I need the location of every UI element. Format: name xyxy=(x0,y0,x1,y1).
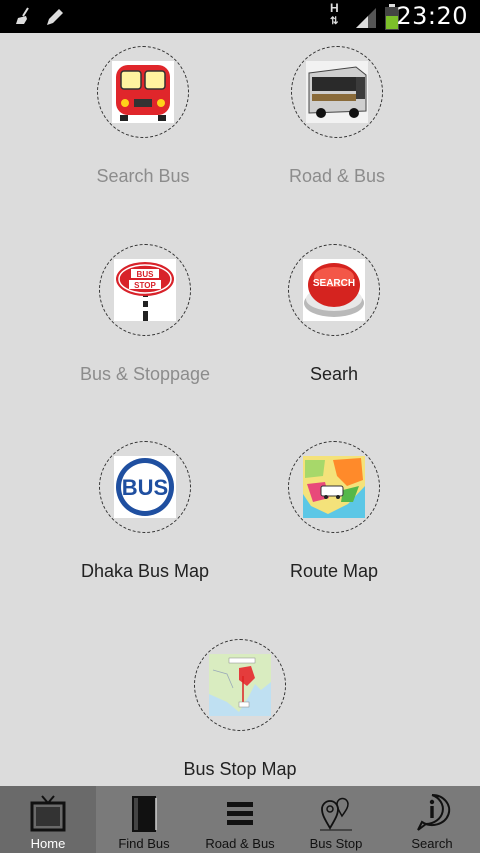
tile-label: Bus & Stoppage xyxy=(79,364,211,384)
bangladesh-map-icon xyxy=(209,654,271,716)
info-icon xyxy=(417,793,451,831)
stop-sign-text: STOP xyxy=(134,281,156,290)
signal-icon xyxy=(356,8,376,28)
clock-time: 23:20 xyxy=(396,2,468,30)
tab-search[interactable]: Search xyxy=(384,786,480,853)
tile-ring xyxy=(194,639,286,731)
tile-ring xyxy=(291,46,383,138)
tile-bus-and-stoppage[interactable]: BUS STOP Bus & Stoppage xyxy=(45,244,245,385)
tile-label: Searh xyxy=(309,364,359,384)
route-map-icon xyxy=(303,456,365,518)
tile-label: Route Map xyxy=(289,561,379,581)
tab-home[interactable]: Home xyxy=(0,786,96,853)
tile-label: Search Bus xyxy=(96,166,190,186)
network-type-text: H xyxy=(330,1,339,15)
tile-ring: BUS STOP xyxy=(99,244,191,336)
tab-road-and-bus[interactable]: Road & Bus xyxy=(192,786,288,853)
tile-ring xyxy=(288,441,380,533)
home-grid: Search Bus Road & Bus BUS STOP Bus & Sto… xyxy=(0,33,480,786)
tile-bus-stop-map[interactable]: Bus Stop Map xyxy=(140,639,340,780)
tile-search-bus[interactable]: Search Bus xyxy=(43,46,243,187)
tab-label: Road & Bus xyxy=(205,836,275,851)
status-bar: H ⇅ 23:20 xyxy=(0,0,480,33)
menu-lines-icon xyxy=(227,802,253,825)
bus-sign-text: BUS xyxy=(137,270,155,279)
tile-ring xyxy=(97,46,189,138)
bus-badge-text: BUS xyxy=(122,475,168,500)
broom-icon xyxy=(16,7,29,24)
bus-badge-icon: BUS xyxy=(114,456,176,518)
tab-bus-stop[interactable]: Bus Stop xyxy=(288,786,384,853)
red-bus-icon xyxy=(112,61,174,123)
tile-dhaka-bus-map[interactable]: BUS Dhaka Bus Map xyxy=(45,441,245,582)
search-sign-text: SEARCH xyxy=(313,278,355,289)
tile-route-map[interactable]: Route Map xyxy=(234,441,434,582)
pencil-icon xyxy=(47,9,63,25)
tab-label: Bus Stop xyxy=(309,836,363,851)
book-icon xyxy=(132,796,157,832)
tile-label: Road & Bus xyxy=(288,166,386,186)
tile-road-and-bus[interactable]: Road & Bus xyxy=(237,46,437,187)
tab-label: Find Bus xyxy=(118,836,170,851)
tab-label: Home xyxy=(30,836,66,851)
tile-label: Bus Stop Map xyxy=(183,759,297,779)
tile-searh[interactable]: SEARCH Searh xyxy=(234,244,434,385)
tab-label: Search xyxy=(411,836,453,851)
search-button-icon: SEARCH xyxy=(303,259,365,321)
tv-icon xyxy=(30,795,66,832)
bus-stop-sign-icon: BUS STOP xyxy=(114,259,176,321)
tile-ring: SEARCH xyxy=(288,244,380,336)
map-pins-icon xyxy=(320,797,352,831)
bottom-tab-bar: Home Find Bus Road & Bus Bus Stop Search xyxy=(0,786,480,853)
hspa-icon: H ⇅ xyxy=(330,1,339,27)
tab-find-bus[interactable]: Find Bus xyxy=(96,786,192,853)
tile-label: Dhaka Bus Map xyxy=(80,561,210,581)
tile-ring: BUS xyxy=(99,441,191,533)
coach-bus-photo-icon xyxy=(306,61,368,123)
